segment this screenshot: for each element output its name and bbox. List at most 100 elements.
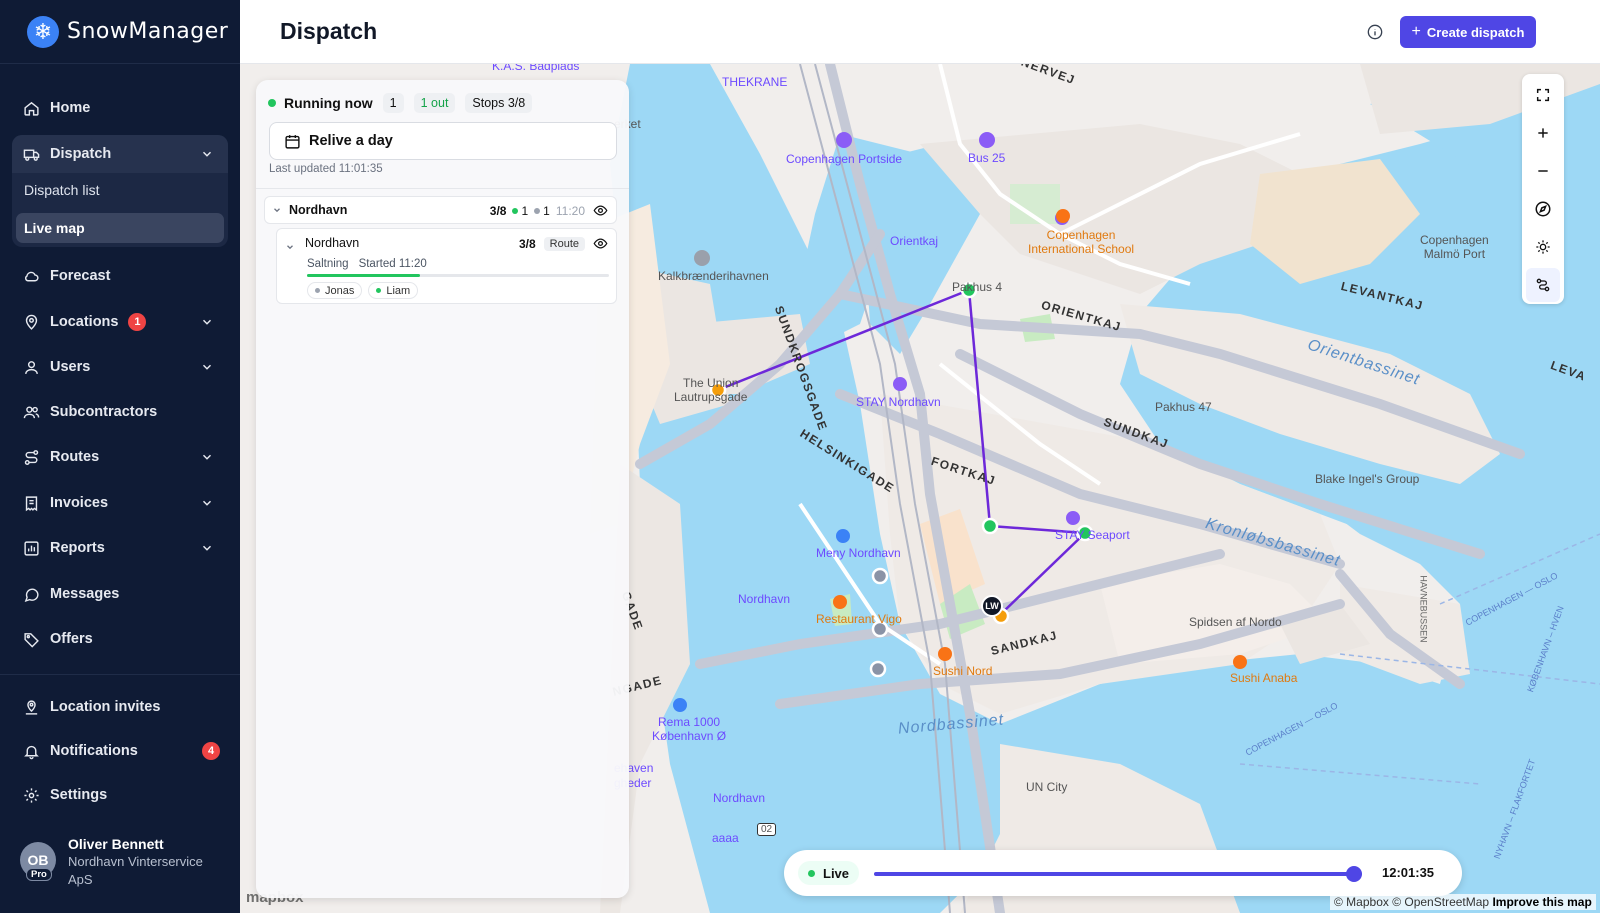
info-button[interactable] bbox=[1363, 20, 1387, 44]
sidebar-item-routes[interactable]: Routes bbox=[12, 439, 228, 475]
map-label-line: Rema 1000 bbox=[658, 715, 721, 729]
dispatch-group-row[interactable]: Nordhavn 3/8 1 1 11:20 bbox=[264, 196, 617, 224]
sidebar-item-offers[interactable]: Offers bbox=[12, 621, 228, 657]
dispatch-panel: Running now 1 1 out Stops 3/8 Relive a d… bbox=[256, 80, 629, 898]
zoom-out-button[interactable] bbox=[1526, 154, 1560, 188]
route-progress-fill bbox=[307, 274, 421, 277]
pin-invite-icon bbox=[22, 698, 40, 716]
sidebar-item-label: Locations bbox=[50, 314, 119, 330]
chevron-down-icon bbox=[202, 545, 212, 551]
improve-map-link[interactable]: Improve this map bbox=[1492, 895, 1591, 909]
person-chip[interactable]: Jonas bbox=[307, 282, 363, 299]
timeline-slider-handle[interactable] bbox=[1346, 866, 1362, 882]
road-shield: 02 bbox=[757, 823, 777, 836]
running-dot-icon bbox=[268, 99, 276, 107]
sidebar-item-locations[interactable]: Locations 1 bbox=[12, 304, 228, 340]
map-label: Meny Nordhavn bbox=[816, 546, 901, 560]
timeline-time: 12:01:35 bbox=[1382, 865, 1435, 880]
sidebar-item-dispatch[interactable]: Dispatch bbox=[12, 135, 228, 173]
eye-icon[interactable] bbox=[593, 236, 608, 251]
plus-icon bbox=[1538, 128, 1548, 138]
truck-icon bbox=[22, 145, 40, 163]
eye-icon[interactable] bbox=[593, 203, 608, 218]
route-icon bbox=[22, 448, 40, 466]
running-label: Running now bbox=[284, 95, 373, 111]
bell-icon bbox=[22, 742, 40, 760]
compass-button[interactable] bbox=[1526, 192, 1560, 226]
sidebar-item-location-invites[interactable]: Location invites bbox=[12, 689, 228, 725]
notifications-badge: 4 bbox=[202, 742, 220, 760]
sidebar-item-home[interactable]: Home bbox=[12, 90, 228, 126]
map-label: Blake Ingel's Group bbox=[1315, 472, 1420, 486]
sidebar-subitem-dispatch-list[interactable]: Dispatch list bbox=[16, 175, 224, 205]
zoom-in-button[interactable] bbox=[1526, 116, 1560, 150]
map-label: aaaa bbox=[712, 831, 739, 845]
map-label: Sushi Anaba bbox=[1230, 671, 1298, 685]
info-icon bbox=[1367, 24, 1383, 40]
avatar: OB Pro bbox=[20, 842, 56, 881]
sidebar-item-label: Dispatch bbox=[50, 146, 112, 162]
snowflake-logo-icon: ❄ bbox=[27, 15, 59, 48]
user-name: Oliver Bennett bbox=[68, 836, 164, 852]
timeline-track[interactable] bbox=[874, 872, 1362, 876]
route-layer-button[interactable] bbox=[1526, 268, 1560, 302]
vehicle-marker[interactable]: LW bbox=[981, 595, 1003, 617]
map-label: Nordhavn bbox=[738, 592, 791, 606]
relive-day-button[interactable]: Relive a day bbox=[269, 122, 617, 160]
avatar-initials: OB bbox=[27, 852, 49, 868]
route-people: Jonas Liam bbox=[307, 282, 424, 299]
sidebar-item-forecast[interactable]: Forecast bbox=[12, 258, 228, 294]
chevron-down-icon[interactable] bbox=[285, 239, 295, 257]
locations-badge: 1 bbox=[128, 313, 147, 331]
sidebar-item-notifications[interactable]: Notifications 4 bbox=[12, 733, 228, 769]
person-name: Liam bbox=[386, 284, 411, 297]
map-label: K.A.S. Badplads bbox=[492, 64, 580, 73]
map-label: Bus 25 bbox=[968, 151, 1006, 165]
map-pin-icon bbox=[22, 313, 40, 331]
sidebar-item-label: Settings bbox=[50, 787, 108, 803]
sidebar-item-label: Reports bbox=[50, 540, 105, 556]
brand[interactable]: ❄ SnowManager bbox=[0, 0, 240, 64]
sidebar-item-reports[interactable]: Reports bbox=[12, 530, 228, 566]
compass-icon bbox=[1535, 201, 1551, 217]
tag-icon bbox=[22, 630, 40, 648]
chevron-down-icon[interactable] bbox=[265, 205, 289, 215]
attribution-text[interactable]: © Mapbox © OpenStreetMap bbox=[1334, 895, 1489, 909]
ferry-label: HAVNEBUSSEN bbox=[1418, 575, 1429, 643]
route-card[interactable]: Nordhavn 3/8 Route Saltning Started 11:2… bbox=[276, 228, 617, 304]
live-map[interactable]: LW K.A.S. Badplads THEKRANE Copenhagen P… bbox=[240, 64, 1600, 913]
sidebar-item-settings[interactable]: Settings bbox=[12, 777, 228, 813]
map-label: Kalkbrænderihavnen bbox=[658, 269, 769, 283]
sidebar-item-invoices[interactable]: Invoices bbox=[12, 485, 228, 521]
sidebar-item-messages[interactable]: Messages bbox=[12, 576, 228, 612]
sidebar-item-label: Offers bbox=[50, 631, 93, 647]
fullscreen-icon bbox=[1536, 88, 1550, 102]
map-label: STAY Seaport bbox=[1055, 528, 1130, 542]
group-name: Nordhavn bbox=[289, 203, 348, 217]
create-dispatch-button[interactable]: + Create dispatch bbox=[1400, 16, 1536, 48]
map-label: UN City bbox=[1026, 780, 1068, 794]
sidebar-item-subcontractors[interactable]: Subcontractors bbox=[12, 394, 228, 430]
map-label-line: Malmö Port bbox=[1423, 247, 1486, 261]
user-profile[interactable]: OB Pro Oliver Bennett Nordhavn Vinterser… bbox=[20, 836, 218, 889]
sidebar-item-label: Subcontractors bbox=[50, 404, 158, 420]
dispatch-row[interactable]: Dispatch bbox=[12, 136, 228, 172]
status-dot-icon bbox=[315, 288, 320, 293]
live-toggle[interactable]: Live bbox=[798, 861, 860, 885]
sidebar-subitem-live-map[interactable]: Live map bbox=[16, 213, 224, 243]
route-count: 3/8 bbox=[518, 236, 536, 251]
map-attribution: © Mapbox © OpenStreetMap Improve this ma… bbox=[1330, 894, 1596, 910]
sidebar-item-label: Location invites bbox=[50, 699, 161, 715]
map-label: Rema 1000 København Ø bbox=[652, 715, 726, 743]
relive-label: Relive a day bbox=[309, 133, 393, 149]
map-label-line: København Ø bbox=[652, 729, 727, 743]
fullscreen-button[interactable] bbox=[1526, 78, 1560, 112]
sidebar-item-users[interactable]: Users bbox=[12, 349, 228, 385]
calendar-icon bbox=[285, 134, 300, 149]
panel-divider bbox=[256, 188, 629, 189]
map-label: STAY Nordhavn bbox=[856, 395, 941, 409]
theme-button[interactable] bbox=[1526, 230, 1560, 264]
person-chip[interactable]: Liam bbox=[368, 282, 419, 299]
plus-icon: + bbox=[1411, 23, 1421, 40]
stops-chip: Stops 3/8 bbox=[465, 93, 533, 113]
